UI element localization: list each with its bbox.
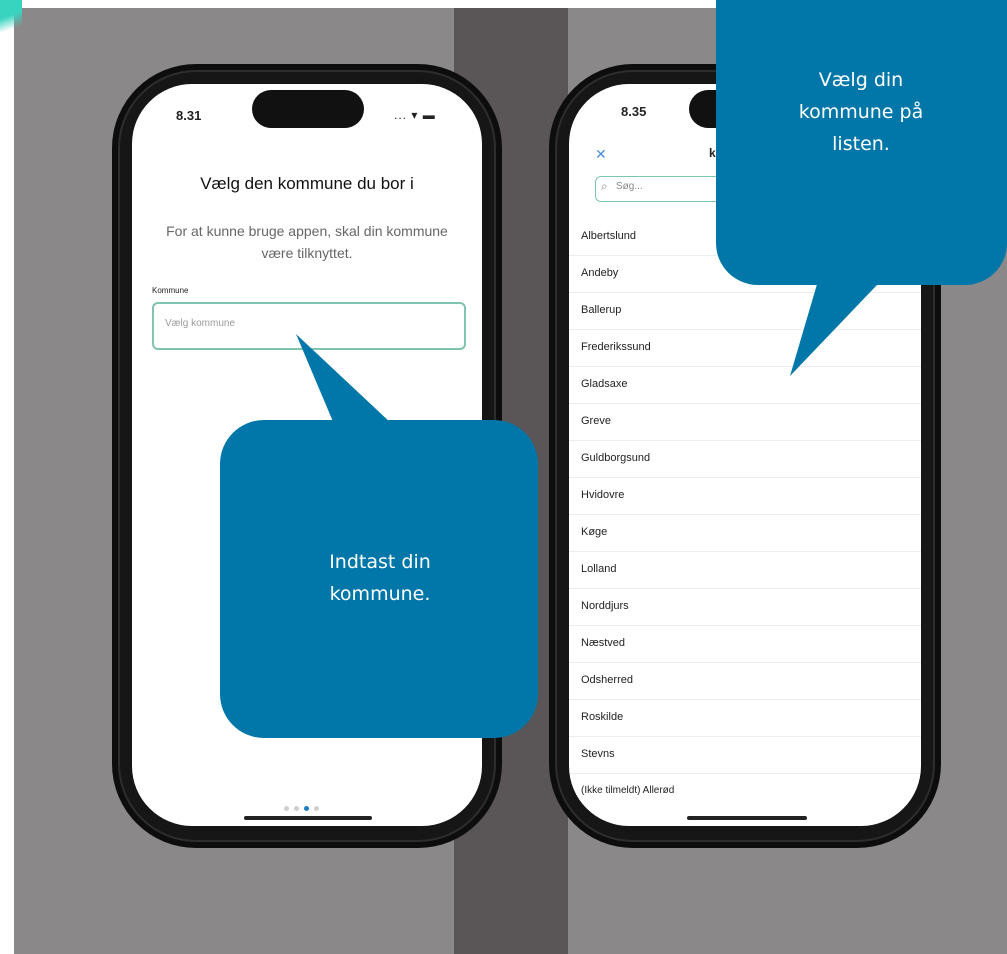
left-callout-text: Indtast din kommune.: [329, 551, 431, 605]
right-callout-text: Vælg din kommune på listen.: [798, 69, 924, 155]
right-callout: Vælg din kommune på listen.: [716, 0, 1007, 285]
left-callout: Indtast din kommune.: [220, 420, 538, 738]
